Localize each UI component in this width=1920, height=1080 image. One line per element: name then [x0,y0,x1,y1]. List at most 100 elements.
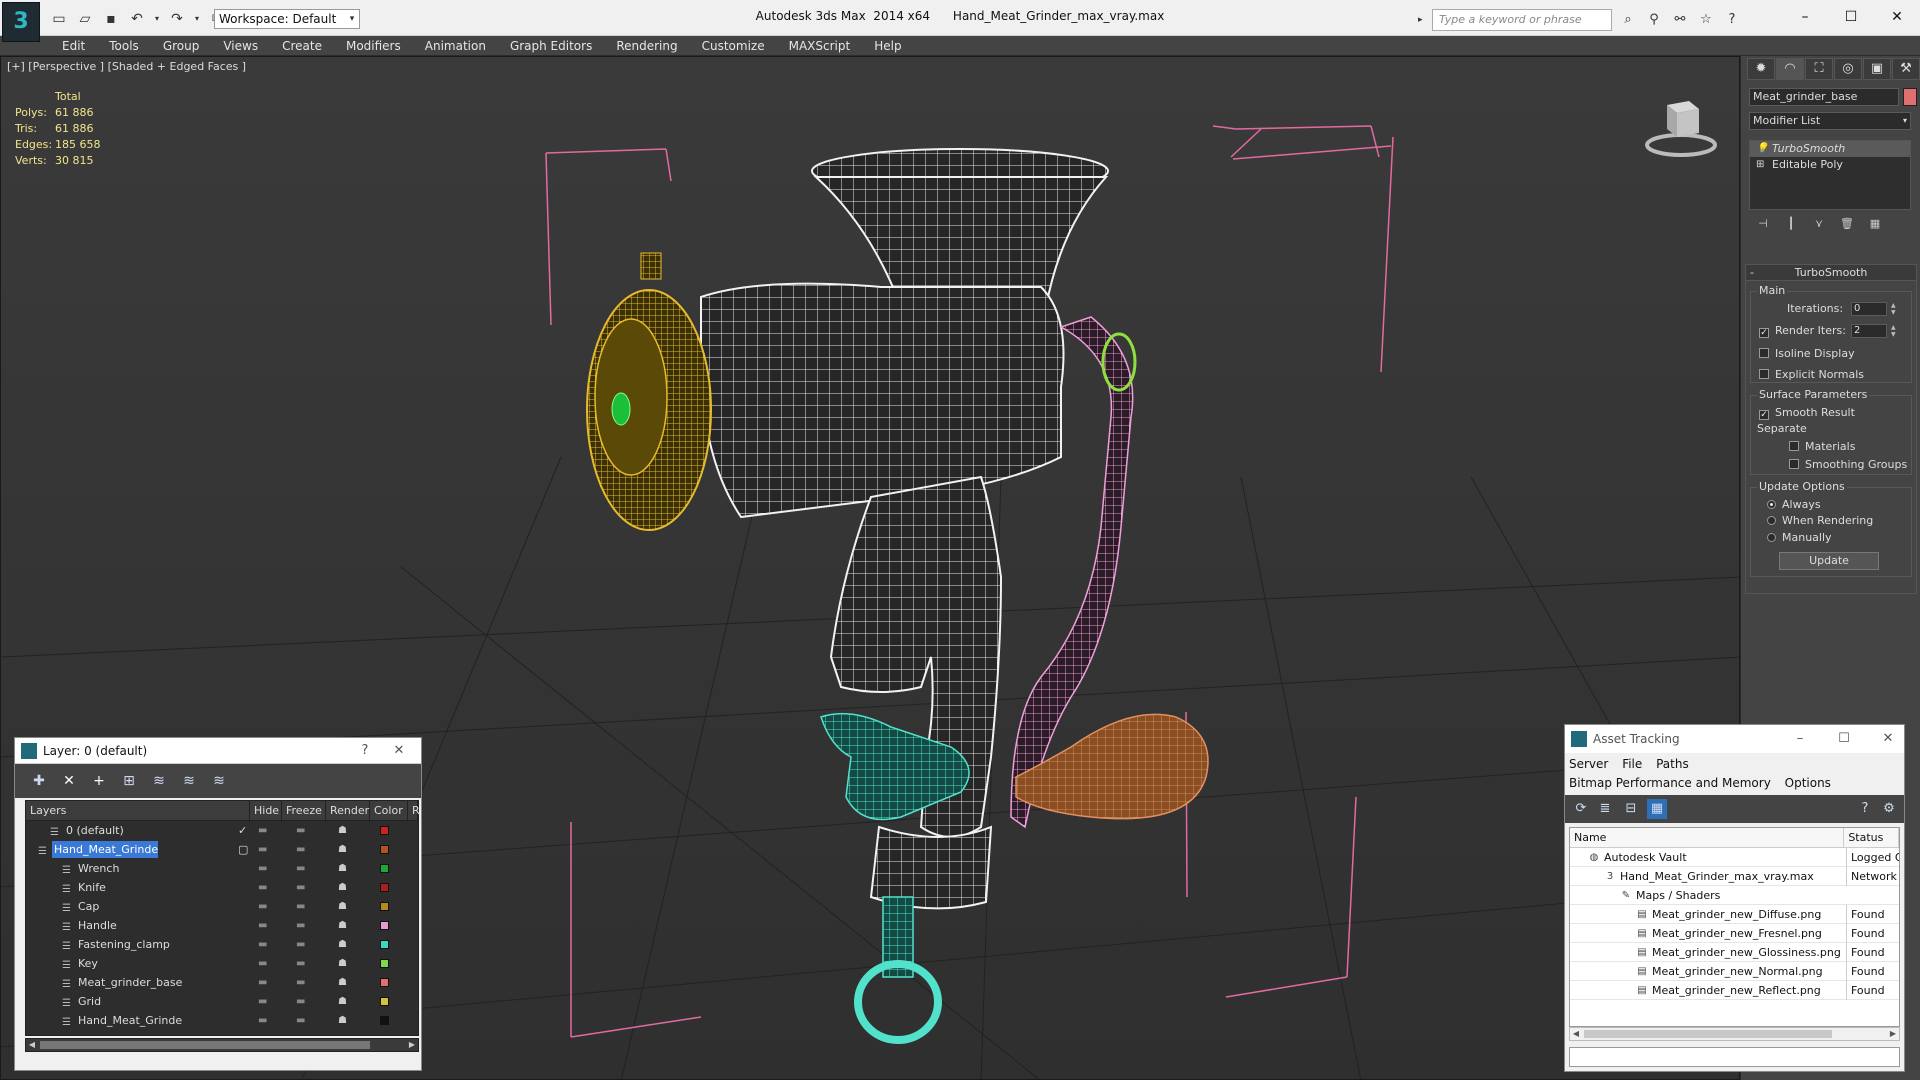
configure-sets-icon[interactable]: ▦ [1867,216,1883,232]
render-teapot-icon[interactable]: ☗ [338,878,347,897]
layer-name[interactable]: Cap [76,898,99,915]
render-teapot-icon[interactable]: ☗ [338,992,347,1011]
motion-tab-icon[interactable]: ◎ [1834,58,1862,80]
layer-row[interactable]: ☰ Knife ▬ ▬ ☗ [26,878,418,897]
always-radio[interactable] [1767,500,1776,509]
chevron-left-icon[interactable]: ◀ [1570,1028,1582,1040]
help-icon[interactable]: ? [1722,10,1742,30]
layer-color-swatch[interactable] [380,845,389,854]
isoline-checkbox[interactable] [1759,348,1769,358]
redo-dropdown-icon[interactable]: ▾ [192,9,202,29]
freeze-toggle[interactable]: ▬ [296,840,305,859]
render-teapot-icon[interactable]: ☗ [338,840,347,859]
utilities-tab-icon[interactable]: ⚒ [1892,58,1920,80]
subscription-icon[interactable]: ⚲ [1644,10,1664,30]
close-icon[interactable]: ✕ [387,738,411,764]
asset-name[interactable]: Meat_grinder_new_Fresnel.png [1652,924,1822,943]
chevron-right-icon[interactable]: ▶ [1887,1028,1899,1040]
asset-menu-options[interactable]: Options [1785,774,1831,793]
asset-name[interactable]: Meat_grinder_new_Normal.png [1652,962,1823,981]
highlight-layer-icon[interactable]: ≋ [149,771,169,791]
asset-row[interactable]: ▤ Meat_grinder_new_Fresnel.png Found [1570,924,1899,943]
minimize-icon[interactable]: – [1782,0,1828,34]
maximize-icon[interactable]: ☐ [1828,725,1860,753]
add-to-layer-icon[interactable]: + [89,771,109,791]
chevron-down-icon[interactable]: ▾ [344,9,360,29]
asset-row[interactable]: ▤ Meat_grinder_new_Diffuse.png Found [1570,905,1899,924]
hide-toggle[interactable]: ▬ [258,954,267,973]
asset-row[interactable]: ▤ Meat_grinder_new_Glossiness.png Found [1570,943,1899,962]
help-icon[interactable]: ? [353,738,377,764]
render-teapot-icon[interactable]: ☗ [338,935,347,954]
hide-toggle[interactable]: ▬ [258,897,267,916]
asset-row[interactable]: ▤ Meat_grinder_new_Normal.png Found [1570,962,1899,981]
asset-menu-server[interactable]: Server [1569,755,1608,774]
manually-radio[interactable] [1767,533,1776,542]
freeze-toggle[interactable]: ▬ [296,897,305,916]
hide-all-layers-icon[interactable]: ≋ [179,771,199,791]
hide-toggle[interactable]: ▬ [258,840,267,859]
settings-icon[interactable]: ⚙ [1879,799,1899,819]
menu-customize[interactable]: Customize [690,36,777,56]
menu-animation[interactable]: Animation [413,36,498,56]
render-teapot-icon[interactable]: ☗ [338,897,347,916]
column-header-hide[interactable]: Hide [250,801,282,820]
menu-create[interactable]: Create [270,36,334,56]
search-input[interactable]: Type a keyword or phrase [1432,9,1612,31]
menu-edit[interactable]: Edit [50,36,97,56]
layer-color-swatch[interactable] [380,826,389,835]
select-in-layer-icon[interactable]: ⊞ [119,771,139,791]
menu-maxscript[interactable]: MAXScript [777,36,863,56]
layer-name[interactable]: Meat_grinder_base [76,974,182,991]
layer-name[interactable]: Hand_Meat_Grinde [76,1012,182,1029]
display-tab-icon[interactable]: ▣ [1863,58,1891,80]
menu-tools[interactable]: Tools [97,36,151,56]
freeze-toggle[interactable]: ▬ [296,859,305,878]
materials-checkbox[interactable] [1789,441,1799,451]
rollout-header[interactable]: - TurboSmooth [1746,265,1916,281]
column-header-layers[interactable]: Layers [26,801,250,820]
render-teapot-icon[interactable]: ☗ [338,954,347,973]
close-icon[interactable]: ✕ [1874,0,1920,34]
layer-row[interactable]: ☰ 0 (default) ✓ ▬ ▬ ☗ [26,821,418,840]
render-teapot-icon[interactable]: ☗ [338,821,347,840]
redo-icon[interactable]: ↷ [166,9,188,29]
create-layer-icon[interactable]: ✚ [29,771,49,791]
current-layer-indicator[interactable]: ▢ [238,840,248,859]
table-view-icon[interactable]: ▦ [1647,799,1667,819]
scrollbar-thumb[interactable] [40,1041,370,1049]
menu-views[interactable]: Views [211,36,270,56]
column-header-name[interactable]: Name [1570,828,1845,847]
column-header-freeze[interactable]: Freeze [282,801,326,820]
layer-row[interactable]: ☰ Handle ▬ ▬ ☗ [26,916,418,935]
asset-menu-paths[interactable]: Paths [1656,755,1689,774]
menu-modifiers[interactable]: Modifiers [334,36,413,56]
freeze-toggle[interactable]: ▬ [296,935,305,954]
remove-modifier-icon[interactable]: 🗑 [1839,216,1855,232]
layer-row[interactable]: ☰ Hand_Meat_Grinde ▢ ▬ ▬ ☗ [26,840,418,859]
freeze-toggle[interactable]: ▬ [296,992,305,1011]
layer-name[interactable]: Knife [76,879,106,896]
chevron-left-icon[interactable]: ◀ [26,1039,38,1051]
chevron-right-icon[interactable]: ▸ [1418,9,1430,31]
column-header-r[interactable]: R [408,801,420,820]
freeze-toggle[interactable]: ▬ [296,916,305,935]
layer-row[interactable]: ☰ Meat_grinder_base ▬ ▬ ☗ [26,973,418,992]
layer-name[interactable]: Hand_Meat_Grinde [52,841,159,858]
smooth-result-checkbox[interactable]: ✓ [1759,410,1769,420]
render-teapot-icon[interactable]: ☗ [338,1011,347,1030]
layer-color-swatch[interactable] [380,1016,389,1025]
viewport-label[interactable]: [+] [Perspective ] [Shaded + Edged Faces… [7,60,246,73]
hide-toggle[interactable]: ▬ [258,821,267,840]
layer-row[interactable]: ☰ Hand_Meat_Grinde ▬ ▬ ☗ [26,1011,418,1030]
layer-color-swatch[interactable] [380,978,389,987]
freeze-all-layers-icon[interactable]: ≋ [209,771,229,791]
explicit-normals-checkbox[interactable] [1759,369,1769,379]
hide-toggle[interactable]: ▬ [258,859,267,878]
layer-row[interactable]: ☰ Key ▬ ▬ ☗ [26,954,418,973]
horizontal-scrollbar[interactable]: ◀ ▶ [25,1038,419,1052]
layer-color-swatch[interactable] [380,883,389,892]
object-color-swatch[interactable] [1903,88,1917,106]
layer-color-swatch[interactable] [380,921,389,930]
freeze-toggle[interactable]: ▬ [296,954,305,973]
